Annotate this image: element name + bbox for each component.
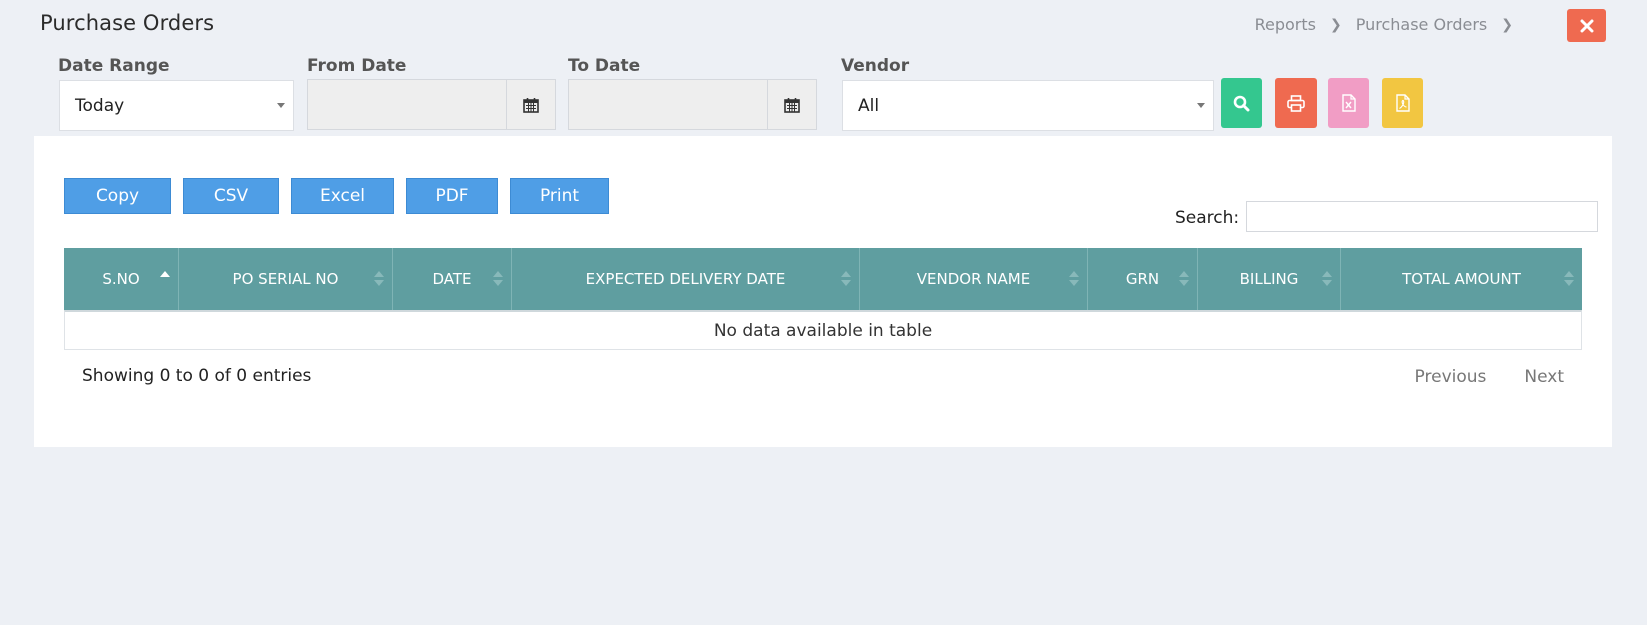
date-range-value: Today [75, 95, 125, 116]
table-info: Showing 0 to 0 of 0 entries [82, 366, 312, 386]
report-card: Copy CSV Excel PDF Print Search: S.NO PO… [34, 136, 1612, 447]
pdf-button[interactable]: PDF [406, 178, 498, 214]
column-header-label: PO SERIAL NO [232, 270, 339, 288]
print-table-button[interactable]: Print [510, 178, 609, 214]
sort-icon [1564, 271, 1574, 287]
column-header-label: DATE [432, 270, 472, 288]
column-header-label: VENDOR NAME [916, 270, 1031, 288]
date-range-label: Date Range [58, 56, 170, 76]
chevron-right-icon: ❯ [1329, 16, 1342, 33]
close-button[interactable] [1567, 9, 1606, 42]
vendor-value: All [858, 95, 880, 116]
calendar-icon [523, 97, 539, 113]
search-input[interactable] [1246, 201, 1598, 232]
caret-down-icon [277, 103, 285, 108]
to-date-group [568, 79, 817, 130]
to-date-label: To Date [568, 56, 641, 76]
from-date-group [307, 79, 556, 130]
caret-down-icon [1197, 103, 1205, 108]
search-label: Search: [1175, 208, 1240, 228]
column-header-vendor-name[interactable]: VENDOR NAME [860, 248, 1088, 310]
print-icon [1287, 94, 1305, 112]
column-header-label: S.NO [102, 270, 140, 288]
search-icon [1233, 95, 1250, 111]
excel-file-icon [1341, 94, 1356, 112]
export-excel-button[interactable] [1328, 78, 1369, 128]
column-header-expected-delivery-date[interactable]: EXPECTED DELIVERY DATE [512, 248, 860, 310]
to-date-calendar-button[interactable] [767, 79, 817, 130]
sort-icon [493, 271, 503, 287]
next-page-button[interactable]: Next [1524, 367, 1564, 387]
copy-button[interactable]: Copy [64, 178, 171, 214]
breadcrumb: Reports ❯ Purchase Orders ❯ [1255, 15, 1527, 34]
column-header-date[interactable]: DATE [393, 248, 512, 310]
sort-icon [841, 271, 851, 287]
column-header-total-amount[interactable]: TOTAL AMOUNT [1341, 248, 1582, 310]
column-header-billing[interactable]: BILLING [1198, 248, 1341, 310]
from-date-calendar-button[interactable] [506, 79, 556, 130]
calendar-icon [784, 97, 800, 113]
column-header-sno[interactable]: S.NO [64, 248, 179, 310]
vendor-label: Vendor [841, 56, 910, 76]
column-header-label: TOTAL AMOUNT [1402, 270, 1521, 288]
vendor-select[interactable]: All [842, 80, 1214, 131]
pdf-file-icon [1395, 94, 1410, 112]
sort-icon [1179, 271, 1189, 287]
column-header-label: BILLING [1239, 270, 1299, 288]
close-icon [1580, 19, 1593, 32]
excel-button[interactable]: Excel [291, 178, 394, 214]
chevron-right-icon: ❯ [1501, 16, 1513, 33]
table-header: S.NO PO SERIAL NO DATE EXPECTED DELIVERY… [64, 248, 1582, 310]
pagination: Previous Next [1377, 367, 1564, 387]
column-header-label: EXPECTED DELIVERY DATE [585, 270, 786, 288]
csv-button[interactable]: CSV [183, 178, 279, 214]
sort-asc-icon [160, 271, 170, 287]
column-header-label: GRN [1125, 270, 1160, 288]
previous-page-button[interactable]: Previous [1415, 367, 1487, 387]
from-date-input[interactable] [307, 79, 506, 130]
sort-icon [374, 271, 384, 287]
breadcrumb-item-reports[interactable]: Reports [1255, 15, 1316, 34]
print-button[interactable] [1275, 78, 1317, 128]
date-range-select[interactable]: Today [59, 80, 294, 131]
breadcrumb-item-purchase-orders[interactable]: Purchase Orders [1356, 15, 1488, 34]
search-button[interactable] [1221, 78, 1262, 128]
page-title: Purchase Orders [40, 11, 215, 35]
column-header-po-serial-no[interactable]: PO SERIAL NO [179, 248, 393, 310]
sort-icon [1069, 271, 1079, 287]
table-empty-row: No data available in table [64, 310, 1582, 350]
to-date-input[interactable] [568, 79, 767, 130]
export-pdf-button[interactable] [1382, 78, 1423, 128]
column-header-grn[interactable]: GRN [1088, 248, 1198, 310]
from-date-label: From Date [307, 56, 407, 76]
sort-icon [1322, 271, 1332, 287]
